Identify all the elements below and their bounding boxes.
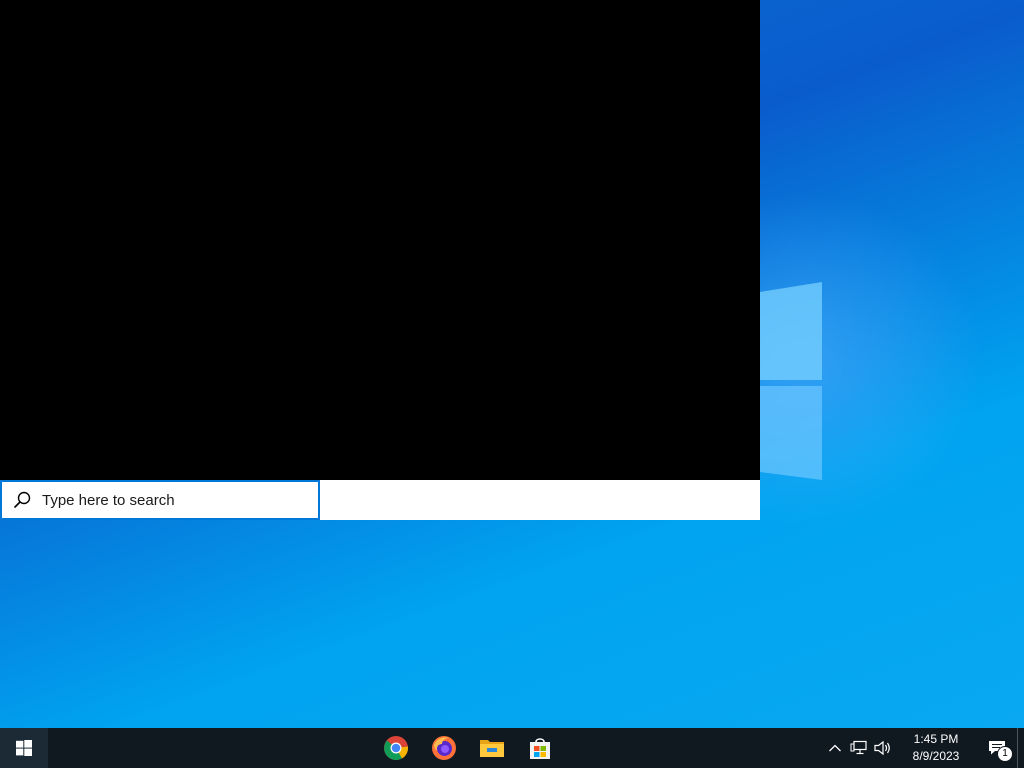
search-results-panel xyxy=(0,0,760,480)
firefox-icon xyxy=(432,736,456,760)
pinned-apps xyxy=(372,728,564,768)
microsoft-store-icon xyxy=(530,738,550,759)
speaker-icon xyxy=(874,740,890,756)
taskbar-firefox[interactable] xyxy=(420,728,468,768)
notification-count-badge: 1 xyxy=(997,746,1013,762)
network-button[interactable] xyxy=(847,728,871,768)
search-box[interactable] xyxy=(0,480,320,520)
search-icon xyxy=(12,490,32,510)
search-input[interactable] xyxy=(42,491,302,509)
clock-time: 1:45 PM xyxy=(913,732,959,746)
taskbar-microsoft-store[interactable] xyxy=(516,728,564,768)
taskbar-file-explorer[interactable] xyxy=(468,728,516,768)
show-hidden-icons-button[interactable] xyxy=(823,728,847,768)
taskbar-chrome[interactable] xyxy=(372,728,420,768)
chevron-up-icon xyxy=(829,744,841,752)
search-bar-row xyxy=(0,480,760,520)
chrome-icon xyxy=(384,736,408,761)
clock[interactable]: 1:45 PM 8/9/2023 xyxy=(895,728,977,768)
volume-button[interactable] xyxy=(871,728,895,768)
network-icon xyxy=(850,740,867,755)
windows-start-icon xyxy=(16,740,32,756)
start-button[interactable] xyxy=(0,728,48,768)
system-tray: 1:45 PM 8/9/2023 1 xyxy=(823,728,1024,768)
clock-date: 8/9/2023 xyxy=(912,749,960,763)
taskbar: 1:45 PM 8/9/2023 1 xyxy=(0,728,1024,768)
action-center-button[interactable]: 1 xyxy=(977,728,1017,768)
file-explorer-icon xyxy=(480,740,504,757)
show-desktop-button[interactable] xyxy=(1017,728,1024,768)
